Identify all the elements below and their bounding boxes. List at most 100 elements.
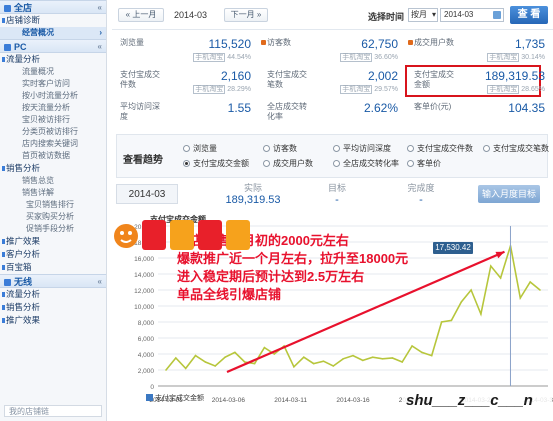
data-point bbox=[450, 319, 453, 322]
radio-button[interactable] bbox=[333, 145, 340, 152]
collapse-icon[interactable]: « bbox=[98, 1, 102, 15]
sidebar-item[interactable]: 买家购买分析 bbox=[0, 211, 106, 223]
trend-radio[interactable]: 客单价 bbox=[407, 158, 441, 169]
radio-button[interactable] bbox=[483, 145, 490, 152]
x-tick-label: 2014-03-11 bbox=[274, 397, 307, 404]
radio-button[interactable] bbox=[263, 145, 270, 152]
data-point bbox=[263, 346, 266, 349]
metric-value: 104.35 bbox=[508, 101, 545, 115]
trend-radio[interactable]: 访客数 bbox=[263, 143, 297, 154]
radio-button[interactable] bbox=[407, 160, 414, 167]
y-tick-label: 8,000 bbox=[138, 320, 155, 327]
radio-label: 客单价 bbox=[417, 159, 441, 168]
radio-label: 支付宝成交笔数 bbox=[493, 144, 549, 153]
compare-tag: 手机淘宝 bbox=[193, 85, 226, 94]
date-bar: « 上一月 2014-03 下一月 » 选择时间 按月 ▾ 2014-03 查 看 bbox=[112, 0, 553, 30]
date-input[interactable]: 2014-03 bbox=[440, 8, 504, 22]
radio-button[interactable] bbox=[333, 160, 340, 167]
sidebar-item[interactable]: 按小时流量分析 bbox=[0, 90, 106, 102]
radio-button[interactable] bbox=[183, 160, 190, 167]
sidebar-item[interactable]: 销售详解 bbox=[0, 187, 106, 199]
sidebar-item[interactable]: 按天流量分析 bbox=[0, 102, 106, 114]
trend-radio[interactable]: 平均访问深度 bbox=[333, 143, 391, 154]
main-panel: « 上一月 2014-03 下一月 » 选择时间 按月 ▾ 2014-03 查 看… bbox=[112, 0, 553, 421]
chart-legend[interactable]: 支付宝成交金额 bbox=[146, 393, 204, 403]
completion-label: 完成度 bbox=[407, 183, 435, 193]
trend-radio[interactable]: 支付宝成交笔数 bbox=[483, 143, 549, 154]
annotation-line: 单品全线引爆店铺 bbox=[177, 287, 282, 302]
sidebar: 全店«店铺诊断经营概况PC«流量分析流量概况实时客户访问按小时流量分析按天流量分… bbox=[0, 0, 107, 421]
trend-radio[interactable]: 支付宝成交金额 bbox=[183, 158, 249, 169]
sidebar-item[interactable]: 宝贝被访排行 bbox=[0, 114, 106, 126]
sidebar-item[interactable]: 流量概况 bbox=[0, 66, 106, 78]
trend-radio[interactable]: 成交用户数 bbox=[263, 158, 313, 169]
trend-radio[interactable]: 浏览量 bbox=[183, 143, 217, 154]
metric-value: 1.55 bbox=[227, 101, 251, 115]
data-point bbox=[539, 289, 541, 291]
sidebar-footer[interactable]: 我的店铺链 bbox=[4, 405, 102, 417]
metric-label: 支付宝成交件数 bbox=[120, 70, 160, 89]
metric-label: 浏览量 bbox=[120, 38, 144, 47]
metric-cell: 访客数 62,750 手机淘宝 36.60% bbox=[259, 34, 406, 66]
sidebar-group[interactable]: 推广效果 bbox=[0, 314, 106, 327]
trend-selector: 查看趋势 浏览量 访客数 平均访问深度 支付宝成交件数 支付宝成交笔数 支付宝成交金额 成交… bbox=[116, 134, 549, 178]
prev-month-button[interactable]: « 上一月 bbox=[118, 8, 164, 22]
sidebar-group[interactable]: 销售分析 bbox=[0, 162, 106, 175]
sidebar-item[interactable]: 销售总览 bbox=[0, 175, 106, 187]
period-mode-select[interactable]: 按月 ▾ bbox=[408, 8, 438, 22]
sidebar-item[interactable]: 实时客户访问 bbox=[0, 78, 106, 90]
sidebar-item[interactable]: 促销手段分析 bbox=[0, 223, 106, 235]
trend-radio[interactable]: 全店成交转化率 bbox=[333, 158, 399, 169]
radio-label: 平均访问深度 bbox=[343, 144, 391, 153]
legend-checkbox[interactable] bbox=[146, 394, 153, 401]
sidebar-item[interactable]: 店内搜索关键词 bbox=[0, 138, 106, 150]
metric-cell: 支付宝成交件数 2,160 手机淘宝 28.29% bbox=[112, 66, 259, 98]
sidebar-section-header[interactable]: 全店 « bbox=[0, 0, 106, 14]
metric-compare: 手机淘宝 29.57% bbox=[340, 85, 398, 94]
radio-button[interactable] bbox=[263, 160, 270, 167]
compare-tag: 手机淘宝 bbox=[193, 53, 226, 62]
sidebar-section-header[interactable]: PC « bbox=[0, 39, 106, 53]
view-button[interactable]: 查 看 bbox=[510, 6, 548, 24]
section-title: 无线 bbox=[14, 277, 33, 287]
collapse-icon[interactable]: « bbox=[98, 40, 102, 54]
data-point bbox=[293, 366, 295, 368]
trend-radio[interactable]: 支付宝成交件数 bbox=[407, 143, 473, 154]
sidebar-item[interactable]: 首页被访数据 bbox=[0, 150, 106, 162]
sidebar-item[interactable]: 宝贝销售排行 bbox=[0, 199, 106, 211]
radio-button[interactable] bbox=[183, 145, 190, 152]
metric-value: 62,750 bbox=[361, 37, 398, 51]
data-point bbox=[322, 360, 325, 362]
data-point bbox=[342, 358, 344, 360]
enter-target-button[interactable]: 输入月度目标 bbox=[478, 185, 540, 203]
sidebar-group[interactable]: 店铺诊断 bbox=[0, 14, 106, 27]
sidebar-group[interactable]: 推广效果 bbox=[0, 235, 106, 248]
flag-icon bbox=[408, 40, 413, 45]
data-point bbox=[273, 353, 276, 355]
compare-value: 30.14% bbox=[521, 54, 545, 61]
flag-icon bbox=[261, 40, 266, 45]
radio-button[interactable] bbox=[407, 145, 414, 152]
sidebar-group[interactable]: 销售分析 bbox=[0, 301, 106, 314]
next-month-button[interactable]: 下一月 » bbox=[224, 8, 268, 22]
sidebar-group[interactable]: 客户分析 bbox=[0, 248, 106, 261]
sidebar-group[interactable]: 流量分析 bbox=[0, 288, 106, 301]
data-point bbox=[234, 351, 236, 354]
collapse-icon[interactable]: « bbox=[98, 275, 102, 289]
data-point bbox=[302, 356, 305, 358]
data-point bbox=[332, 365, 335, 367]
y-tick-label: 0 bbox=[150, 384, 154, 391]
section-title: PC bbox=[14, 42, 27, 52]
sidebar-item[interactable]: 经营概况 bbox=[0, 27, 106, 39]
calendar-icon[interactable] bbox=[493, 11, 501, 19]
sidebar-section-header[interactable]: 无线 « bbox=[0, 274, 106, 288]
sidebar-group[interactable]: 百宝箱 bbox=[0, 261, 106, 274]
sidebar-group[interactable]: 流量分析 bbox=[0, 53, 106, 66]
metric-compare: 手机淘宝 28.65% bbox=[487, 85, 545, 94]
data-point bbox=[411, 345, 413, 347]
data-point bbox=[204, 361, 207, 363]
sidebar-item[interactable]: 分类页被访排行 bbox=[0, 126, 106, 138]
metric-cell: 支付宝成交金额 189,319.53 手机淘宝 28.65% bbox=[406, 66, 553, 98]
data-point bbox=[499, 277, 502, 279]
x-tick-label: 2014-03-16 bbox=[336, 397, 370, 404]
